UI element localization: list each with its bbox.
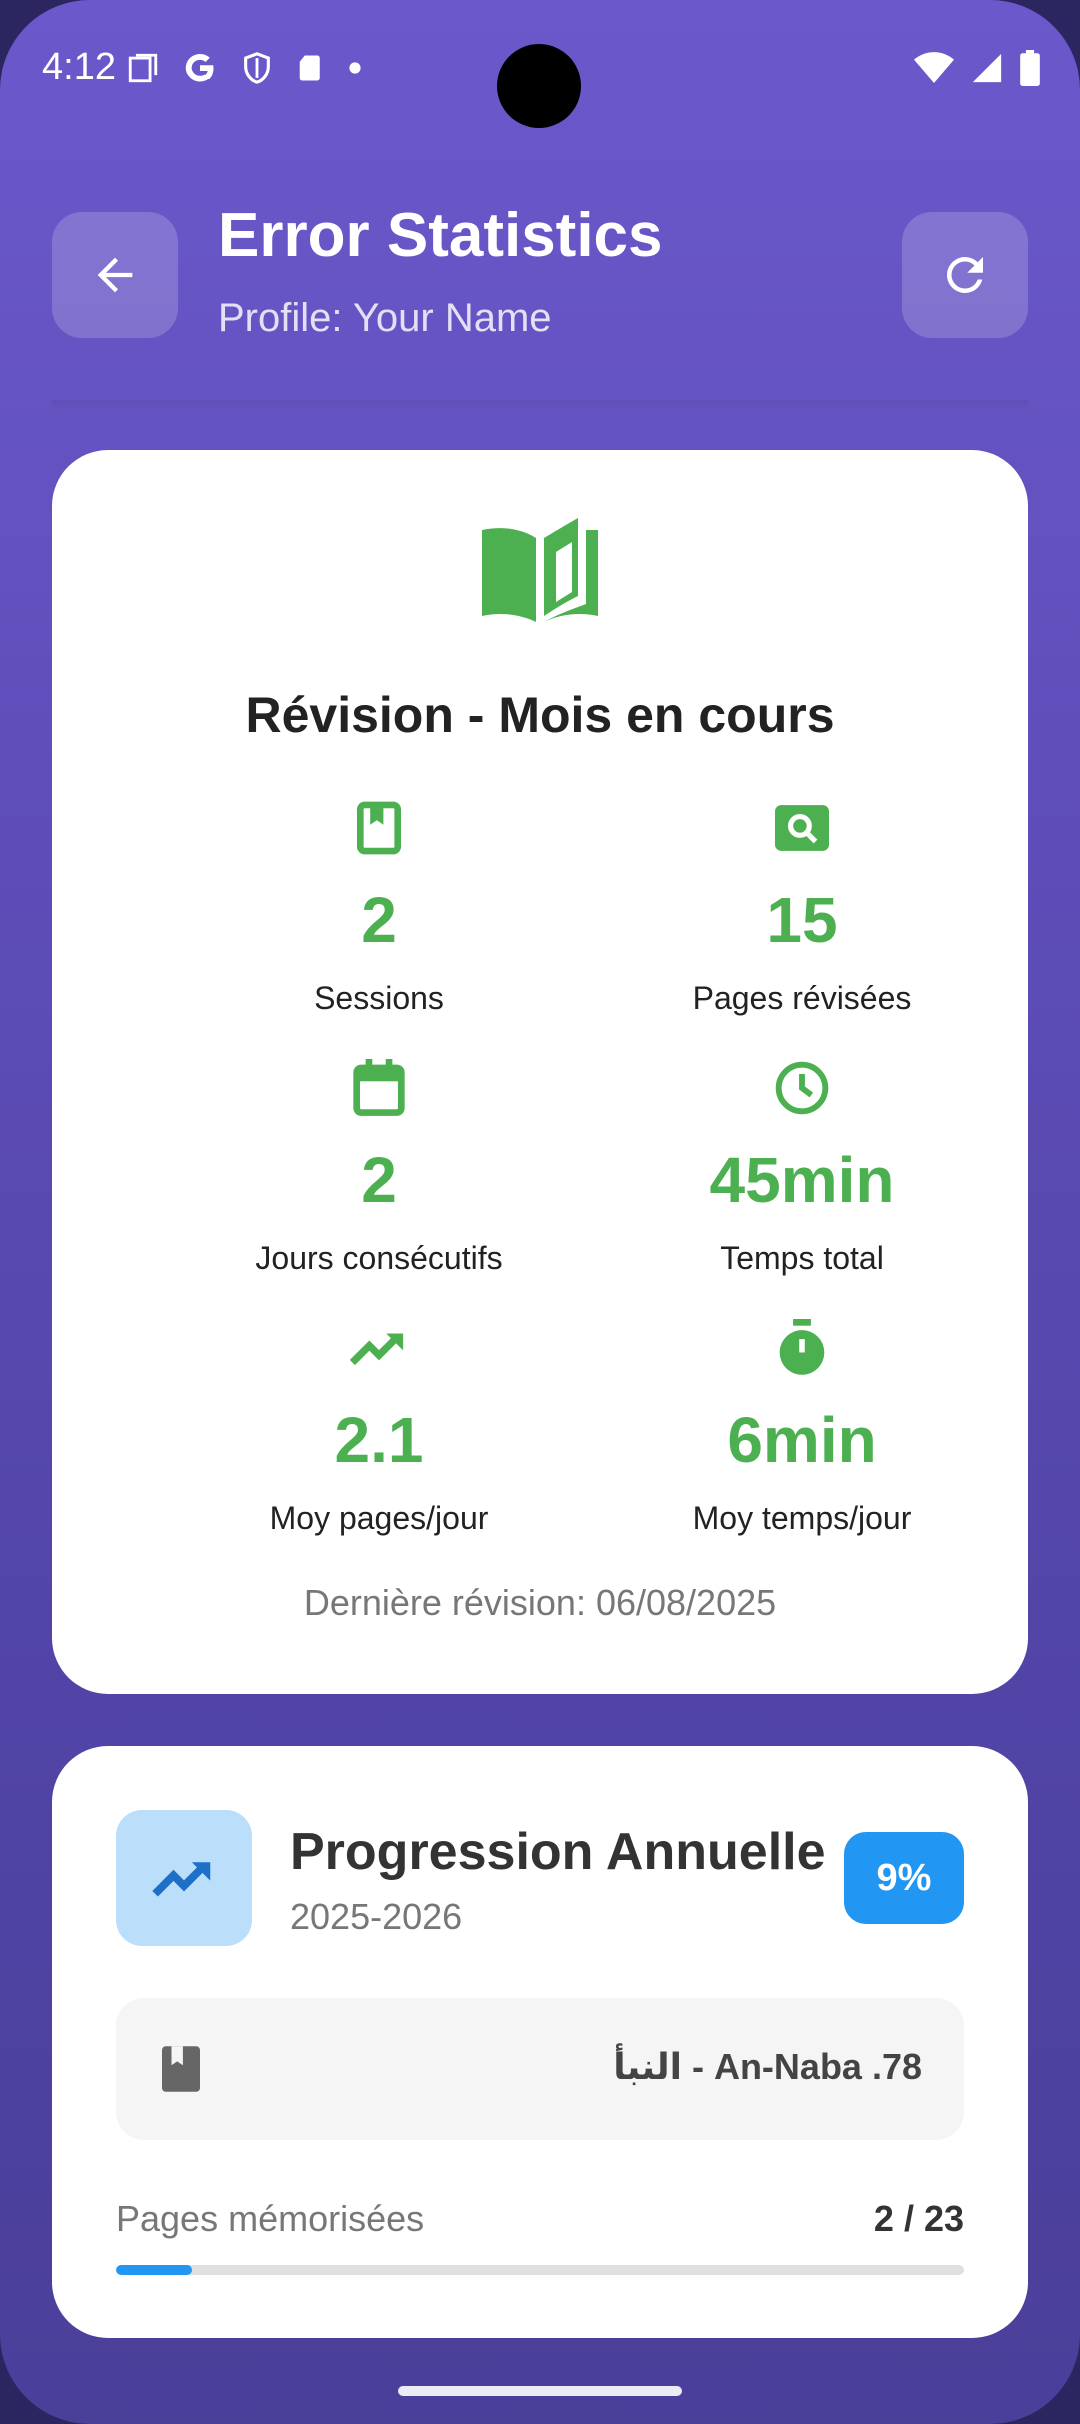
progress-bar <box>116 2265 964 2275</box>
stat-consecutive-days: 2 Jours consécutifs <box>169 1056 589 1277</box>
shield-icon <box>244 52 270 84</box>
surah-name: النبأ - An-Naba .78 <box>613 2046 922 2087</box>
revision-title: Révision - Mois en cours <box>245 687 835 743</box>
status-bar: 4:12 <box>0 0 1080 140</box>
stat-label: Jours consécutifs <box>255 1240 503 1276</box>
stat-pages-revised: 15 Pages révisées <box>592 796 1012 1017</box>
battery-icon <box>1020 50 1040 86</box>
last-revision-date: Dernière révision: 06/08/2025 <box>303 1582 777 1623</box>
page-title: Error Statistics <box>218 201 663 270</box>
stat-value: 6min <box>727 1404 877 1476</box>
notification-icons <box>126 50 362 86</box>
clock-icon <box>775 1061 829 1115</box>
stat-value: 15 <box>766 884 838 956</box>
stat-value: 2 <box>361 1144 397 1216</box>
google-icon <box>185 54 214 82</box>
stat-avg-time: 6min Moy temps/jour <box>592 1316 1012 1537</box>
percent-badge: 9% <box>844 1832 964 1924</box>
camera-cutout <box>497 44 581 128</box>
back-button[interactable] <box>52 212 178 338</box>
header-divider <box>52 400 1028 410</box>
stat-label: Moy temps/jour <box>692 1500 912 1536</box>
refresh-button[interactable] <box>902 212 1028 338</box>
status-time: 4:12 <box>42 46 116 88</box>
book-icon <box>162 2046 200 2092</box>
wifi-icon <box>914 52 954 83</box>
system-icons <box>914 50 1040 86</box>
profile-subtitle: Profile: Your Name <box>218 296 552 340</box>
stat-label: Sessions <box>314 980 444 1016</box>
progress-title: Progression Annuelle <box>290 1823 826 1881</box>
arrow-left-icon <box>97 257 133 293</box>
bookmark-book-icon <box>357 801 401 855</box>
search-icon <box>775 805 829 851</box>
pages-memorized-label: Pages mémorisées <box>116 2198 425 2239</box>
progress-bar-fill <box>116 2265 193 2275</box>
dot-icon <box>349 62 361 74</box>
refresh-icon <box>946 256 983 293</box>
annual-progress-card: Progression Annuelle 2025-2026 9% النبأ … <box>52 1746 1028 2338</box>
stat-label: Temps total <box>720 1240 884 1276</box>
revision-stats-card: Révision - Mois en cours 2 Sessions 15 P… <box>52 450 1028 1694</box>
open-book-icon <box>482 518 598 622</box>
pages-memorized-count: 2 / 23 <box>873 2198 964 2239</box>
stat-value: 45min <box>709 1144 895 1216</box>
calendar-icon <box>353 1059 405 1116</box>
progress-year: 2025-2026 <box>290 1896 463 1937</box>
stat-label: Moy pages/jour <box>269 1500 489 1536</box>
home-indicator[interactable] <box>398 2386 682 2396</box>
trending-up-icon <box>350 1333 404 1366</box>
stat-total-time: 45min Temps total <box>592 1056 1012 1277</box>
current-surah[interactable]: النبأ - An-Naba .78 <box>116 1998 964 2140</box>
screenshot-icon <box>128 53 158 83</box>
stat-value: 2 <box>361 884 397 956</box>
trending-up-icon <box>152 1862 211 1897</box>
signal-icon <box>972 53 1002 83</box>
stat-label: Pages révisées <box>692 980 912 1016</box>
trend-icon-box <box>116 1810 252 1946</box>
timer-icon <box>779 1319 825 1375</box>
app-screen: 4:12 Error Statistics Profile: Your Name <box>0 0 1080 2424</box>
stat-sessions: 2 Sessions <box>169 796 589 1017</box>
stat-avg-pages: 2.1 Moy pages/jour <box>169 1316 589 1537</box>
sd-card-icon <box>299 55 320 81</box>
stat-value: 2.1 <box>334 1404 424 1476</box>
